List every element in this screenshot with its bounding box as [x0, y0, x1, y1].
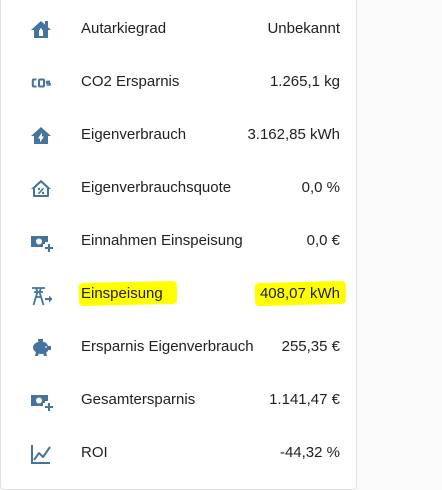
entity-value: Unbekannt — [267, 20, 340, 37]
entity-row-einspeisung[interactable]: Einspeisung 408,07 kWh — [1, 273, 356, 313]
entity-row-eigenverbrauchsquote[interactable]: Eigenverbrauchsquote 0,0 % — [1, 167, 356, 207]
piggy-bank-icon — [27, 334, 55, 362]
entity-name: ROI — [81, 444, 108, 461]
home-battery-icon — [27, 16, 55, 44]
entity-row-ersparnis-eigenverbrauch[interactable]: Ersparnis Eigenverbrauch 255,35 € — [1, 326, 356, 366]
entity-value: 408,07 kWh — [259, 285, 340, 302]
entities-card: Autarkiegrad Unbekannt CO2 Ersparnis 1.2… — [0, 0, 357, 490]
molecule-co2-icon — [27, 69, 55, 97]
cash-plus-icon — [27, 228, 55, 256]
entity-name: Eigenverbrauchsquote — [81, 179, 232, 196]
entity-value: 255,35 € — [281, 338, 340, 355]
entity-value: 0,0 % — [301, 179, 340, 196]
entity-row-eigenverbrauch[interactable]: Eigenverbrauch 3.162,85 kWh — [1, 114, 356, 154]
home-percent-icon — [27, 175, 55, 203]
entity-row-autarkiegrad[interactable]: Autarkiegrad Unbekannt — [1, 8, 356, 48]
entity-value: 3.162,85 kWh — [247, 126, 340, 143]
entity-value: 1.141,47 € — [269, 391, 340, 408]
entity-name: Eigenverbrauch — [81, 126, 187, 143]
entity-name: Autarkiegrad — [81, 20, 167, 37]
entity-row-einnahmen-einspeisung[interactable]: Einnahmen Einspeisung 0,0 € — [1, 220, 356, 260]
entity-name: Einnahmen Einspeisung — [81, 232, 243, 249]
entity-name: Ersparnis Eigenverbrauch — [81, 338, 254, 355]
entity-value: 1.265,1 kg — [269, 73, 340, 90]
transmission-tower-export-icon — [27, 281, 55, 309]
cash-plus-icon — [27, 387, 55, 415]
entity-value: -44,32 % — [279, 444, 340, 461]
entity-name: CO2 Ersparnis — [81, 73, 180, 90]
entity-name: Einspeisung — [81, 285, 163, 302]
chart-line-variant-icon — [27, 440, 55, 468]
entity-row-co2-ersparnis[interactable]: CO2 Ersparnis 1.265,1 kg — [1, 61, 356, 101]
entity-value: 0,0 € — [306, 232, 340, 249]
entity-row-roi[interactable]: ROI -44,32 % — [1, 432, 356, 472]
home-lightning-icon — [27, 122, 55, 150]
entity-row-gesamtersparnis[interactable]: Gesamtersparnis 1.141,47 € — [1, 379, 356, 419]
entity-name: Gesamtersparnis — [81, 391, 196, 408]
